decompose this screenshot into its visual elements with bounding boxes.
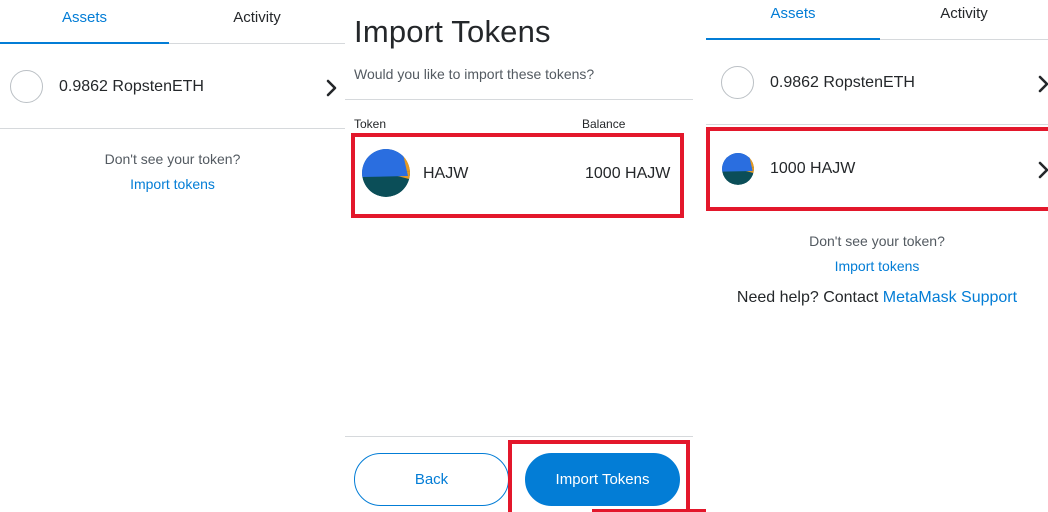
wallet-assets-panel-right: Assets Activity 0.9862 RopstenETH 1000 H…	[706, 0, 1048, 512]
tab-bar: Assets Activity	[706, 0, 1048, 40]
tab-bar: Assets Activity	[0, 0, 345, 44]
wallet-assets-panel-left: Assets Activity 0.9862 RopstenETH Don't …	[0, 0, 345, 512]
asset-balance-label: 0.9862 RopstenETH	[59, 78, 204, 95]
back-button[interactable]: Back	[354, 453, 509, 506]
tab-activity[interactable]: Activity	[880, 0, 1048, 40]
token-symbol: HAJW	[423, 165, 469, 182]
tab-assets[interactable]: Assets	[0, 0, 169, 44]
divider	[345, 99, 693, 100]
asset-row-ropsten-eth[interactable]: 0.9862 RopstenETH	[706, 41, 1048, 125]
tab-assets[interactable]: Assets	[706, 0, 880, 40]
asset-placeholder-icon	[721, 66, 754, 99]
asset-row-ropsten-eth[interactable]: 0.9862 RopstenETH	[0, 45, 345, 129]
help-prefix: Need help? Contact	[736, 289, 879, 306]
asset-balance-label: 0.9862 RopstenETH	[770, 74, 915, 91]
no-token-hint: Don't see your token?	[809, 233, 945, 249]
help-text: Need help? Contact MetaMask Support	[706, 289, 1048, 307]
page-title: Import Tokens	[354, 14, 551, 49]
no-token-hint: Don't see your token?	[104, 151, 241, 167]
asset-placeholder-icon	[10, 70, 43, 103]
column-header-token: Token	[354, 117, 387, 131]
column-header-balance: Balance	[582, 117, 626, 131]
import-tokens-link[interactable]: Import tokens	[706, 258, 1048, 274]
chevron-right-icon[interactable]	[324, 79, 338, 97]
chevron-right-icon[interactable]	[1036, 75, 1048, 93]
import-tokens-link[interactable]: Import tokens	[0, 176, 345, 192]
token-balance: 1000 HAJW	[585, 165, 671, 182]
import-tokens-panel: Import Tokens Would you like to import t…	[345, 0, 702, 512]
page-subtitle: Would you like to import these tokens?	[354, 66, 595, 82]
tab-activity[interactable]: Activity	[169, 0, 345, 44]
highlight-box	[706, 127, 1048, 211]
token-identicon	[362, 149, 410, 197]
divider	[345, 436, 693, 437]
highlight-box	[508, 440, 690, 512]
metamask-support-link[interactable]: MetaMask Support	[883, 289, 1017, 306]
